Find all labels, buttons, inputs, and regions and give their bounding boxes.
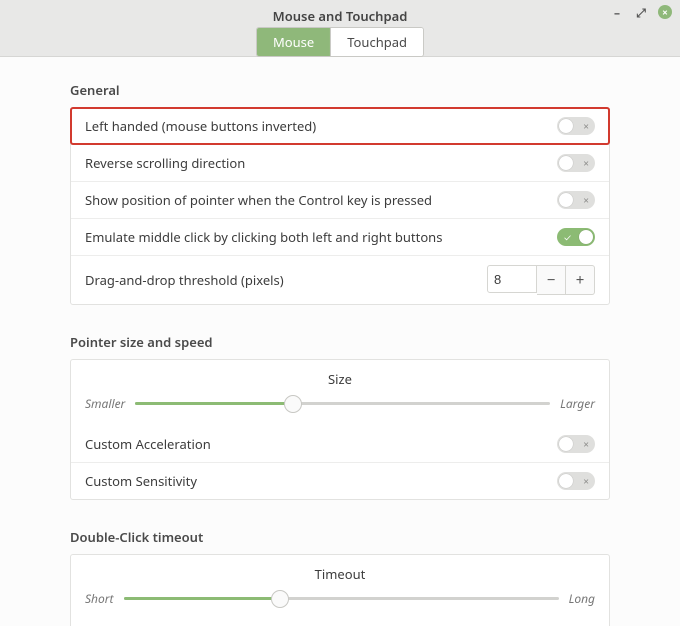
section-header-general: General [70,81,610,99]
toggle-custom-accel[interactable]: × [557,435,595,453]
dnd-threshold-input[interactable] [487,265,537,293]
pointer-size-row: Smaller Larger [85,394,595,412]
row-show-position: Show position of pointer when the Contro… [71,181,609,218]
label-show-position: Show position of pointer when the Contro… [85,191,557,209]
doubleclick-timeout-row: Short Long [85,589,595,607]
doubleclick-test-wrap: Double-click test [71,621,609,626]
doubleclick-max-label: Long [569,590,595,607]
toggle-emulate-middle[interactable]: ✓ [557,228,595,246]
doubleclick-timeout-title: Timeout [85,565,595,583]
stepper-minus-button[interactable]: − [537,265,566,295]
content-area: General Left handed (mouse buttons inver… [0,57,680,626]
close-button[interactable]: × [658,5,672,19]
doubleclick-timeout-slider[interactable] [124,589,559,607]
section-header-pointer: Pointer size and speed [70,333,610,351]
label-reverse-scroll: Reverse scrolling direction [85,154,557,172]
toggle-off-mark-icon: × [583,437,589,451]
doubleclick-card: Timeout Short Long Double-click test [70,554,610,626]
pointer-size-min-label: Smaller [85,395,125,412]
dnd-threshold-stepper: − + [487,265,595,295]
toggle-custom-sens[interactable]: × [557,472,595,490]
toggle-knob [559,193,573,207]
row-reverse-scroll: Reverse scrolling direction × [71,144,609,181]
slider-fill [135,402,293,405]
minimize-button[interactable]: – [610,5,624,19]
toggle-knob [559,437,573,451]
pointer-card: Size Smaller Larger Custom Acceleration … [70,359,610,500]
window-controls: – ⤢ × [610,5,672,19]
tab-mouse[interactable]: Mouse [257,28,330,56]
row-custom-accel: Custom Acceleration × [71,426,609,462]
tab-switcher: Mouse Touchpad [256,27,424,57]
doubleclick-timeout-block: Timeout Short Long [71,555,609,621]
toggle-off-mark-icon: × [583,156,589,170]
doubleclick-min-label: Short [85,590,114,607]
row-dnd-threshold: Drag-and-drop threshold (pixels) − + [71,255,609,304]
label-custom-sens: Custom Sensitivity [85,472,557,490]
row-custom-sens: Custom Sensitivity × [71,462,609,499]
toggle-off-mark-icon: × [583,193,589,207]
slider-fill [124,597,281,600]
pointer-size-block: Size Smaller Larger [71,360,609,426]
window-title: Mouse and Touchpad [0,7,680,25]
toggle-knob [579,230,593,244]
toggle-knob [559,474,573,488]
row-left-handed: Left handed (mouse buttons inverted) × [71,108,609,144]
stepper-plus-button[interactable]: + [566,265,595,295]
label-custom-accel: Custom Acceleration [85,435,557,453]
toggle-off-mark-icon: × [583,474,589,488]
maximize-button[interactable]: ⤢ [634,5,648,19]
row-emulate-middle: Emulate middle click by clicking both le… [71,218,609,255]
slider-thumb[interactable] [271,590,289,608]
tab-touchpad[interactable]: Touchpad [330,28,423,56]
toggle-knob [559,119,573,133]
settings-window: Mouse and Touchpad – ⤢ × Mouse Touchpad … [0,0,680,626]
section-header-doubleclick: Double-Click timeout [70,528,610,546]
toggle-reverse-scroll[interactable]: × [557,154,595,172]
toggle-knob [559,156,573,170]
slider-thumb[interactable] [284,395,302,413]
toggle-on-mark-icon: ✓ [564,230,571,244]
toggle-left-handed[interactable]: × [557,117,595,135]
pointer-size-slider[interactable] [135,394,550,412]
label-emulate-middle: Emulate middle click by clicking both le… [85,228,557,246]
general-card: Left handed (mouse buttons inverted) × R… [70,107,610,305]
pointer-size-title: Size [85,370,595,388]
pointer-size-max-label: Larger [560,395,595,412]
toggle-off-mark-icon: × [583,119,589,133]
toggle-show-position[interactable]: × [557,191,595,209]
titlebar: Mouse and Touchpad – ⤢ × Mouse Touchpad [0,0,680,57]
label-left-handed: Left handed (mouse buttons inverted) [85,117,557,135]
label-dnd-threshold: Drag-and-drop threshold (pixels) [85,271,487,289]
